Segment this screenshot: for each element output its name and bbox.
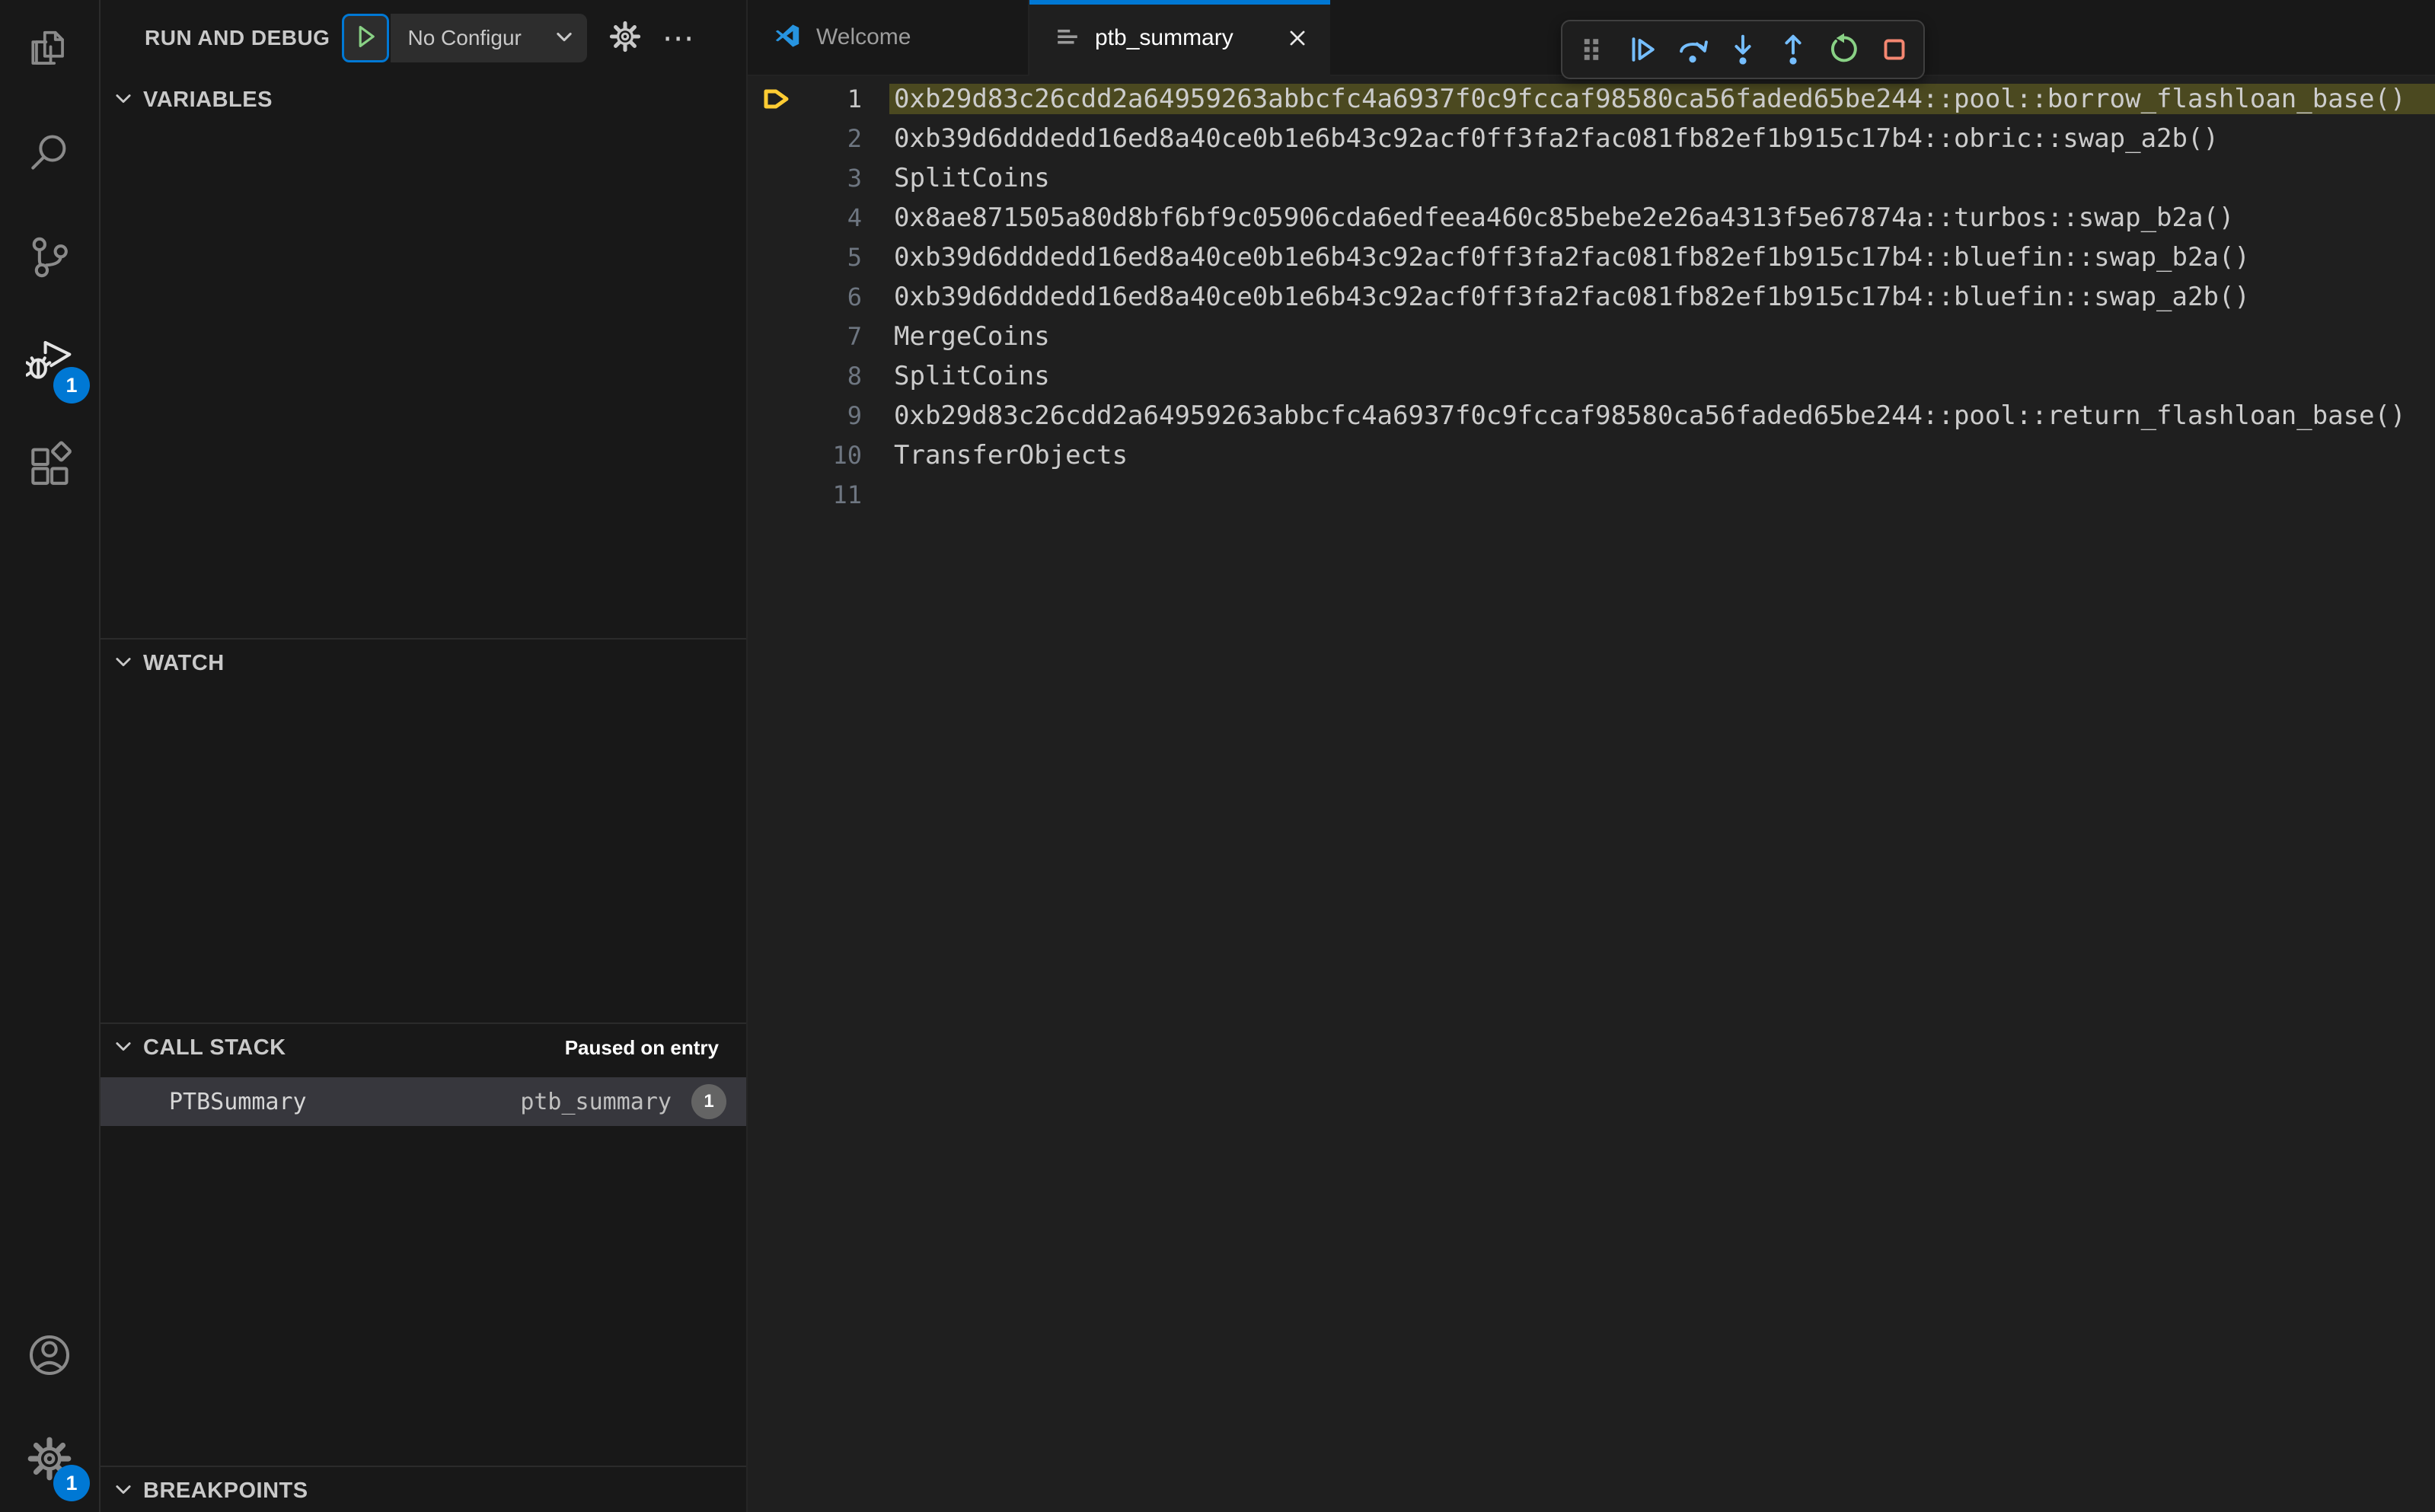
activity-item-account[interactable] — [0, 1305, 99, 1408]
chevron-down-icon — [113, 651, 134, 676]
line-number[interactable]: 2 — [748, 124, 862, 153]
tab-welcome[interactable]: Welcome — [748, 0, 1029, 76]
step-into-button[interactable] — [1722, 27, 1764, 72]
files-icon — [26, 27, 73, 78]
code-line[interactable]: 3 SplitCoins — [748, 158, 2435, 198]
code-editor: 1 0xb29d83c26cdd2a64959263abbcfc4a6937f0c… — [748, 76, 2435, 1512]
activity-item-run-and-debug[interactable]: 1 — [0, 311, 99, 414]
code-text: 0xb39d6dddedd16ed8a40ce0b1e6b43c92acf0ff… — [894, 123, 2219, 154]
section-label: BREAKPOINTS — [143, 1478, 308, 1503]
breakpoints-section: BREAKPOINTS — [101, 1466, 746, 1512]
activity-item-settings[interactable]: 1 — [0, 1408, 99, 1512]
code-line[interactable]: 6 0xb39d6dddedd16ed8a40ce0b1e6b43c92acf0f… — [748, 277, 2435, 317]
chevron-down-icon — [554, 26, 575, 51]
code-line[interactable]: 2 0xb39d6dddedd16ed8a40ce0b1e6b43c92acf0f… — [748, 119, 2435, 158]
restart-button[interactable] — [1823, 27, 1865, 72]
breakpoints-section-header[interactable]: BREAKPOINTS — [101, 1467, 746, 1512]
line-number[interactable]: 9 — [748, 401, 862, 430]
section-label: WATCH — [143, 650, 225, 675]
code-line[interactable]: 1 0xb29d83c26cdd2a64959263abbcfc4a6937f0c… — [748, 79, 2435, 119]
activity-item-search[interactable] — [0, 104, 99, 207]
line-number[interactable]: 11 — [748, 480, 862, 509]
start-debug-button[interactable] — [342, 14, 390, 62]
chevron-down-icon — [113, 88, 134, 113]
section-label: CALL STACK — [143, 1035, 286, 1060]
tab-ptb-summary[interactable]: ptb_summary — [1029, 0, 1330, 76]
sidebar-titlebar: RUN AND DEBUG No Configur ⋯ — [101, 0, 746, 76]
chevron-down-icon — [113, 1035, 134, 1061]
code-lines: 1 0xb29d83c26cdd2a64959263abbcfc4a6937f0c… — [748, 79, 2435, 515]
execution-pointer-icon — [760, 82, 793, 120]
sidebar-title: RUN AND DEBUG — [145, 26, 330, 49]
debug-config-dropdown[interactable]: No Configur — [391, 14, 588, 62]
file-list-icon — [1055, 24, 1080, 53]
chevron-down-icon — [113, 1479, 134, 1504]
call-stack-section: CALL STACK Paused on entry PTBSummary pt… — [101, 1022, 746, 1466]
line-number[interactable]: 5 — [748, 243, 862, 272]
code-text: MergeCoins — [894, 321, 1050, 352]
code-text: SplitCoins — [894, 361, 1050, 391]
stack-frame-line-badge: 1 — [691, 1084, 726, 1119]
code-text: 0xb29d83c26cdd2a64959263abbcfc4a6937f0c9… — [894, 400, 2406, 431]
step-over-button[interactable] — [1671, 27, 1714, 72]
line-number[interactable]: 7 — [748, 322, 862, 351]
line-number[interactable]: 6 — [748, 282, 862, 311]
code-text: TransferObjects — [894, 440, 1128, 471]
code-line[interactable]: 10 TransferObjects — [748, 435, 2435, 475]
code-line[interactable]: 7 MergeCoins — [748, 317, 2435, 356]
step-out-button[interactable] — [1772, 27, 1814, 72]
continue-button[interactable] — [1621, 27, 1664, 72]
activity-item-source-control[interactable] — [0, 207, 99, 311]
pause-reason-text: Paused on entry — [564, 1035, 719, 1059]
tab-label: Welcome — [816, 24, 911, 49]
debug-toolbar — [1561, 20, 1925, 79]
vscode-window: 1 1 RUN AND DEBUG No Configur ⋯ VARIABLE… — [0, 0, 2435, 1512]
stack-frame-file: ptb_summary — [520, 1088, 672, 1115]
account-icon — [26, 1332, 73, 1383]
variables-section: VARIABLES — [101, 76, 746, 638]
code-text: 0xb39d6dddedd16ed8a40ce0b1e6b43c92acf0ff… — [894, 282, 2250, 312]
line-number[interactable]: 10 — [748, 441, 862, 470]
source-control-branch-icon — [26, 234, 73, 285]
section-label: VARIABLES — [143, 87, 273, 112]
variables-section-header[interactable]: VARIABLES — [101, 76, 746, 123]
stack-frame-row[interactable]: PTBSummary ptb_summary 1 — [101, 1077, 746, 1126]
line-number[interactable]: 4 — [748, 203, 862, 232]
stop-button[interactable] — [1873, 27, 1916, 72]
activity-bar: 1 1 — [0, 0, 101, 1512]
code-text: SplitCoins — [894, 163, 1050, 193]
code-text: 0xb29d83c26cdd2a64959263abbcfc4a6937f0c9… — [889, 84, 2435, 114]
debug-settings-gear-button[interactable] — [608, 20, 642, 57]
tab-label: ptb_summary — [1095, 25, 1233, 50]
watch-section-header[interactable]: WATCH — [101, 640, 746, 687]
watch-section: WATCH — [101, 638, 746, 1022]
extensions-icon — [26, 441, 73, 492]
debug-count-badge: 1 — [53, 367, 90, 404]
more-actions-button[interactable]: ⋯ — [662, 22, 694, 54]
line-number[interactable]: 3 — [748, 164, 862, 193]
activity-item-explorer[interactable] — [0, 0, 99, 104]
debug-config-label: No Configur — [407, 26, 522, 49]
search-icon — [26, 130, 73, 181]
code-text: 0xb39d6dddedd16ed8a40ce0b1e6b43c92acf0ff… — [894, 242, 2250, 273]
code-line[interactable]: 5 0xb39d6dddedd16ed8a40ce0b1e6b43c92acf0f… — [748, 238, 2435, 277]
call-stack-section-header[interactable]: CALL STACK Paused on entry — [101, 1024, 746, 1071]
code-line[interactable]: 8 SplitCoins — [748, 356, 2435, 396]
line-number[interactable]: 8 — [748, 362, 862, 391]
play-icon — [353, 24, 378, 53]
activity-item-extensions[interactable] — [0, 414, 99, 518]
run-and-debug-sidebar: RUN AND DEBUG No Configur ⋯ VARIABLES WA… — [101, 0, 748, 1512]
toolbar-drag-handle[interactable] — [1570, 27, 1613, 72]
close-icon[interactable] — [1286, 27, 1309, 49]
stack-frame-name: PTBSummary — [169, 1088, 307, 1115]
activity-bar-spacer — [0, 518, 99, 1305]
debug-config-control: No Configur — [342, 14, 588, 62]
vscode-logo-icon — [774, 22, 801, 53]
code-line[interactable]: 9 0xb29d83c26cdd2a64959263abbcfc4a6937f0c… — [748, 396, 2435, 435]
code-text: 0x8ae871505a80d8bf6bf9c05906cda6edfeea46… — [894, 203, 2235, 233]
editor-area: Welcome ptb_summary 1 0xb29d83c26cdd2a649… — [748, 0, 2435, 1512]
code-line[interactable]: 4 0x8ae871505a80d8bf6bf9c05906cda6edfeea4… — [748, 198, 2435, 238]
settings-count-badge: 1 — [53, 1465, 90, 1501]
code-line[interactable]: 11 — [748, 475, 2435, 515]
